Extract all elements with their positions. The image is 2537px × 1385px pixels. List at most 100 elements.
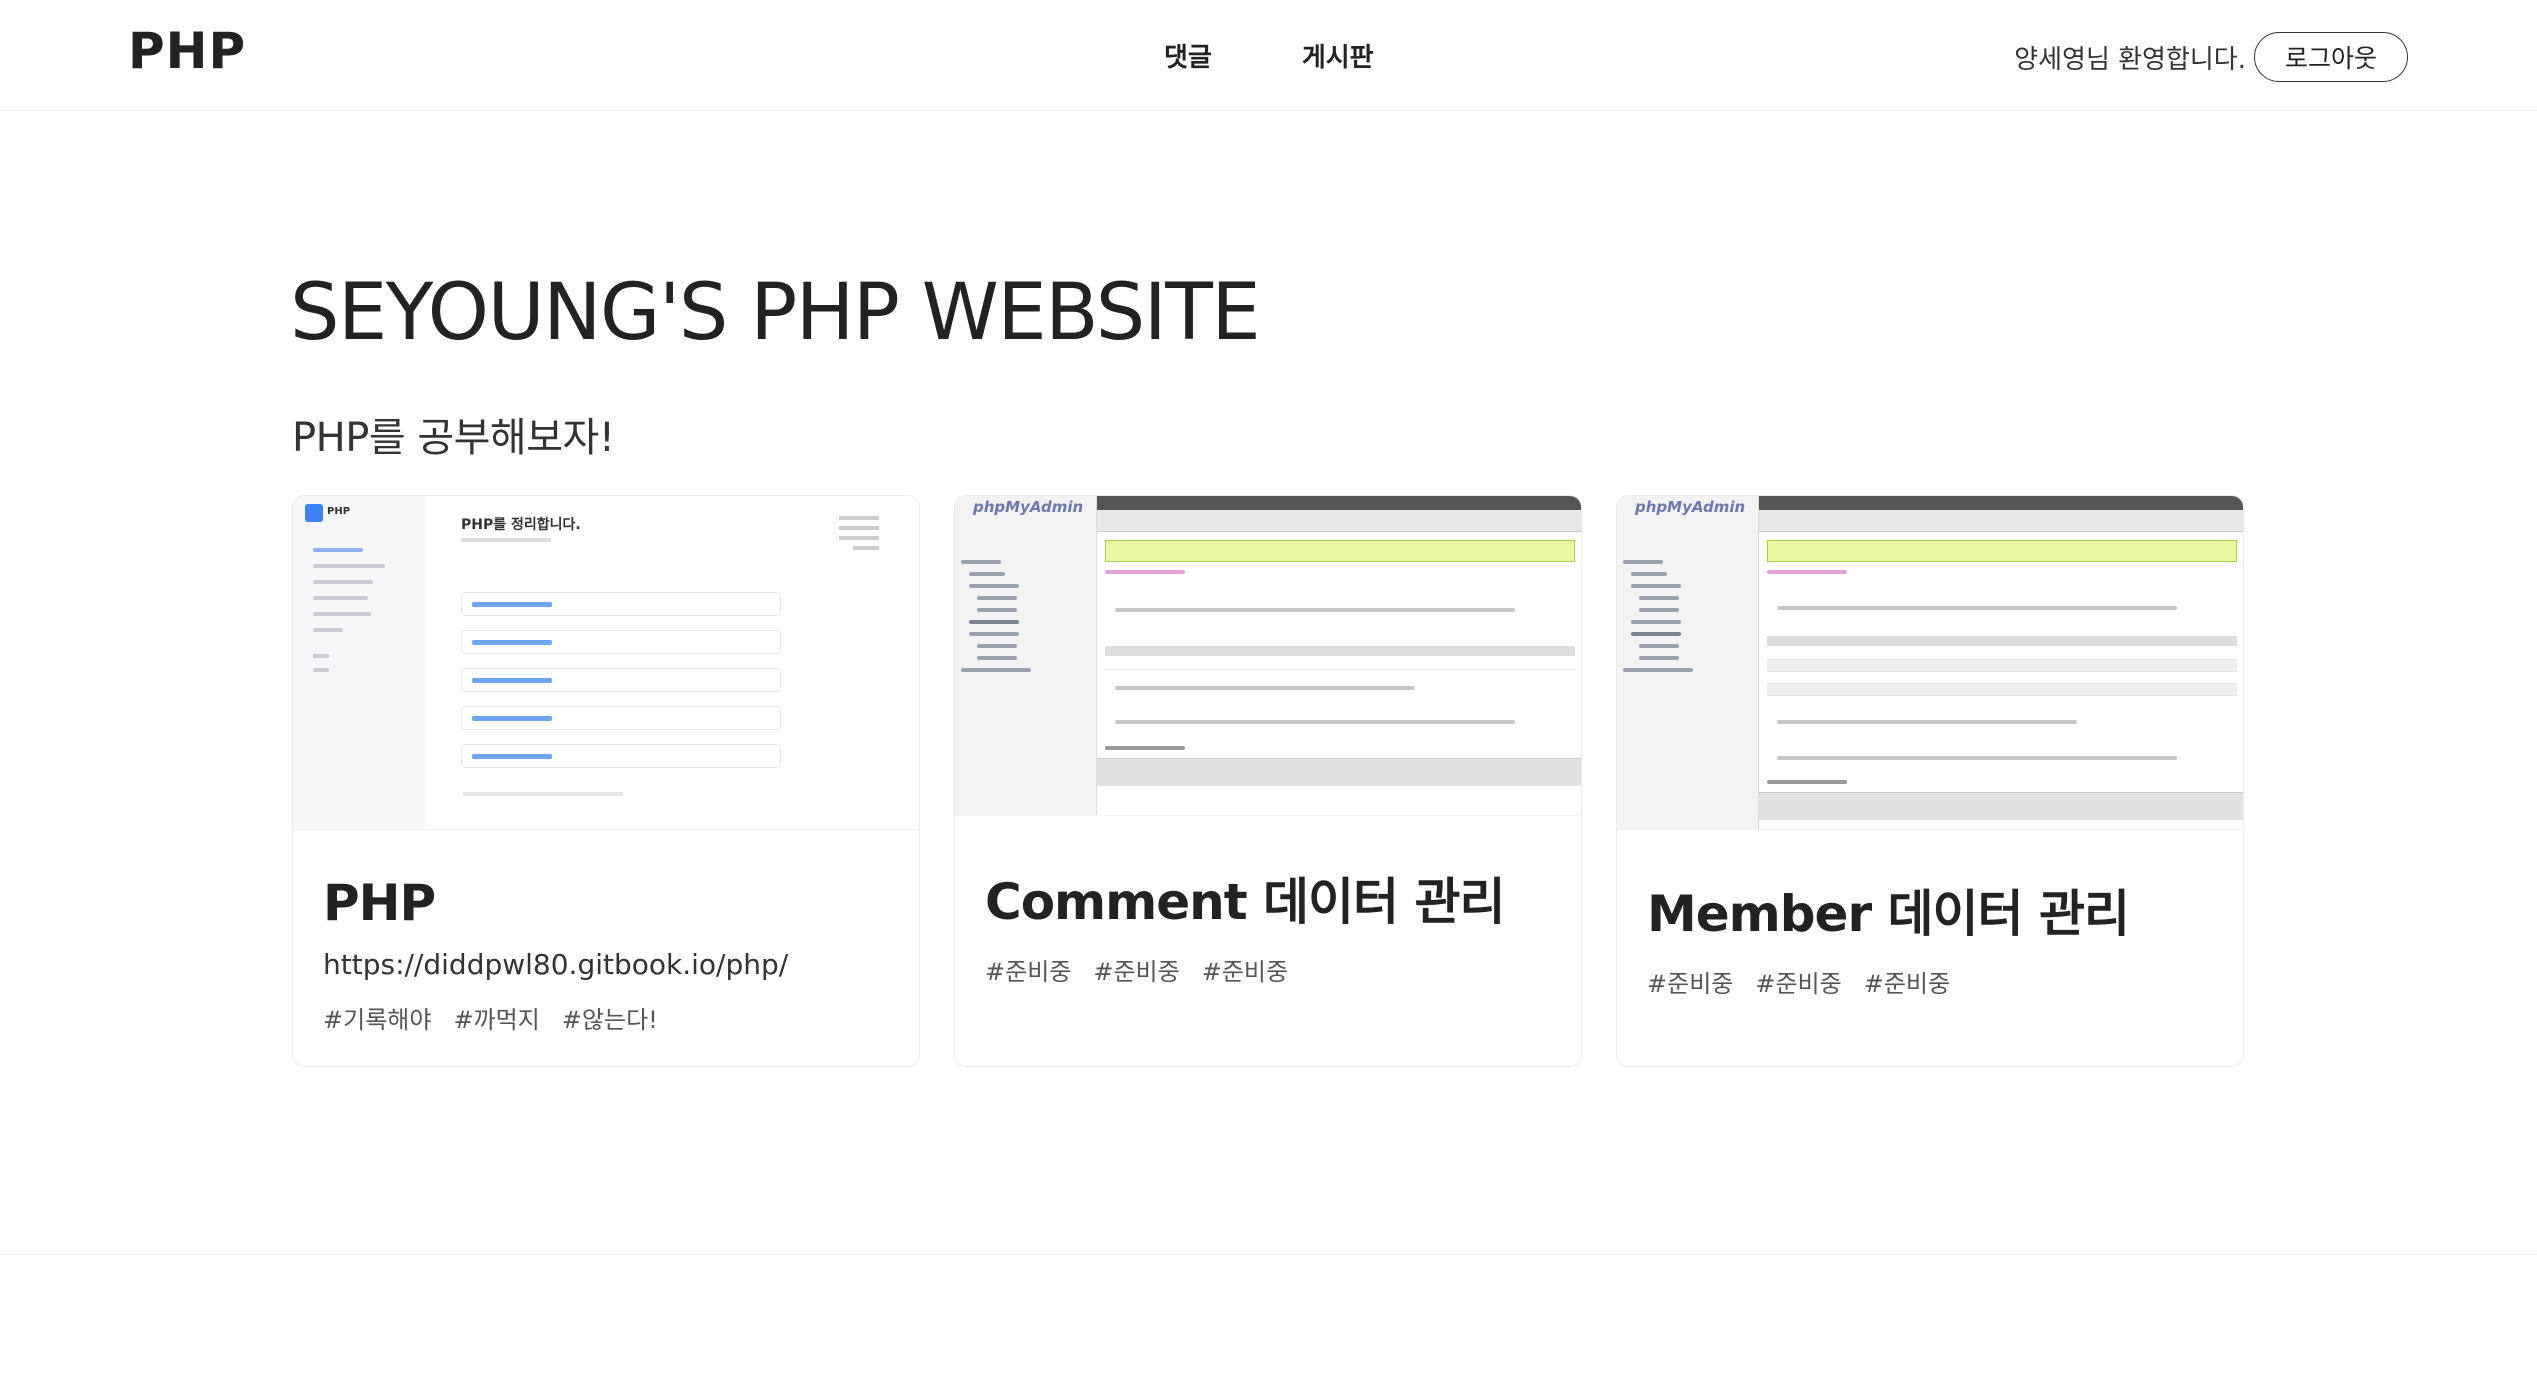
thumb-tree-line — [1631, 584, 1681, 588]
thumb-tabs — [1759, 510, 2243, 532]
card-tag: #준비중 — [1093, 958, 1180, 986]
thumb-tree-line — [1639, 644, 1679, 648]
card-title: Comment 데이터 관리 — [985, 873, 1505, 931]
thumb-table-row — [1105, 658, 1575, 670]
thumb-nav-line — [313, 580, 373, 584]
card-member-data[interactable]: phpMyAdmin Member 데이터 관리 #준비중 #준비중 #준비중 — [1616, 495, 2244, 1067]
card-list: PHP PHP를 정리합니다. PHP https://diddpwl80.gi… — [292, 495, 2244, 1067]
thumb-table-row — [1767, 648, 2237, 660]
thumb-success-message — [1105, 540, 1575, 562]
thumb-nav-line — [313, 564, 385, 568]
thumb-action-line — [839, 536, 879, 540]
thumb-query-line — [1767, 780, 1847, 784]
gitbook-logo-icon — [305, 504, 323, 522]
welcome-message: 양세영님 환영합니다. — [2014, 44, 2246, 75]
thumb-tree-line — [961, 560, 1001, 564]
thumb-table-head — [1105, 646, 1575, 656]
thumb-nav-line — [313, 668, 329, 672]
thumb-tree-line — [969, 584, 1019, 588]
card-comment-data[interactable]: phpMyAdmin Comment 데이터 관리 #준비중 #준비중 #준비중 — [954, 495, 1582, 1067]
thumb-nav-line — [313, 548, 363, 552]
thumb-page-row — [461, 668, 781, 692]
thumb-tree-line — [969, 620, 1019, 624]
card-tag: #준비중 — [985, 958, 1072, 986]
card-tag: #준비중 — [1755, 970, 1842, 998]
thumb-tree-line — [1631, 572, 1667, 576]
thumb-tree-line — [977, 656, 1017, 660]
thumb-footer-line — [463, 792, 623, 796]
thumb-nav-line — [313, 628, 343, 632]
thumb-action-line — [853, 546, 879, 550]
card-tag: #준비중 — [1863, 970, 1951, 998]
thumb-action-line — [1777, 720, 2077, 724]
thumb-logo-text: PHP — [327, 506, 351, 517]
thumb-tree-line — [977, 644, 1017, 648]
card-tag: #기록해야 — [323, 1006, 432, 1034]
page-title: SEYOUNG'S PHP WEBSITE — [290, 268, 1261, 358]
thumb-action-line — [1115, 686, 1415, 690]
card-title: PHP — [323, 874, 436, 932]
thumb-page-row — [461, 630, 781, 654]
card-link[interactable]: https://diddpwl80.gitbook.io/php/ — [323, 948, 788, 981]
thumb-tabs — [1097, 510, 1581, 532]
thumb-query-line — [1105, 746, 1185, 750]
thumb-tree-line — [977, 608, 1017, 612]
user-area: 양세영님 환영합니다. 로그아웃 — [2014, 32, 2408, 82]
site-header: PHP 댓글 게시판 양세영님 환영합니다. 로그아웃 — [0, 0, 2537, 111]
card-php[interactable]: PHP PHP를 정리합니다. PHP https://diddpwl80.gi… — [292, 495, 920, 1067]
thumb-nav-line — [313, 654, 329, 658]
thumb-footer — [1759, 792, 2243, 820]
card-tags: #준비중 #준비중 #준비중 — [985, 952, 1288, 987]
thumb-page-row — [461, 592, 781, 616]
card-tag: #까먹지 — [453, 1006, 540, 1034]
card-thumbnail-phpmyadmin[interactable]: phpMyAdmin — [955, 496, 1581, 816]
thumb-sidebar: phpMyAdmin — [955, 496, 1097, 815]
card-thumbnail-phpmyadmin[interactable]: phpMyAdmin — [1617, 496, 2243, 830]
card-tag: #준비중 — [1201, 958, 1289, 986]
thumb-table-row — [1767, 672, 2237, 684]
thumb-heading: PHP를 정리합니다. — [461, 517, 581, 533]
thumb-page-row — [461, 744, 781, 768]
thumb-table-head — [1767, 636, 2237, 646]
nav-board-link[interactable]: 게시판 — [1302, 37, 1374, 74]
main-nav: 댓글 게시판 — [1164, 37, 1374, 74]
thumb-tree-line — [1639, 596, 1679, 600]
thumb-action-line — [839, 516, 879, 520]
thumb-action-line — [839, 526, 879, 530]
thumb-sql-line — [1767, 570, 1847, 574]
site-logo[interactable]: PHP — [128, 22, 246, 80]
card-title: Member 데이터 관리 — [1647, 885, 2130, 943]
thumb-tree-line — [969, 632, 1019, 636]
thumb-topbar — [1097, 496, 1581, 510]
logout-button[interactable]: 로그아웃 — [2254, 32, 2408, 82]
thumb-tree-line — [1639, 608, 1679, 612]
thumb-table-row — [1767, 660, 2237, 672]
thumb-success-message — [1767, 540, 2237, 562]
phpmyadmin-logo: phpMyAdmin — [1635, 498, 1746, 516]
nav-comment-link[interactable]: 댓글 — [1164, 37, 1212, 74]
thumb-tree-line — [1639, 656, 1679, 660]
thumb-filter-line — [1777, 756, 2177, 760]
thumb-tree-line — [961, 668, 1031, 672]
thumb-tree-line — [977, 596, 1017, 600]
page-subtitle: PHP를 공부해보자! — [292, 415, 615, 461]
thumb-tree-line — [1631, 620, 1681, 624]
card-tags: #준비중 #준비중 #준비중 — [1647, 964, 1950, 999]
card-thumbnail-gitbook[interactable]: PHP PHP를 정리합니다. — [293, 496, 919, 830]
card-tags: #기록해야 #까먹지 #않는다! — [323, 1000, 658, 1035]
thumb-tree-line — [1631, 632, 1681, 636]
thumb-tree-line — [969, 572, 1005, 576]
card-tag: #않는다! — [561, 1006, 658, 1034]
thumb-table-row — [1767, 684, 2237, 696]
thumb-nav-line — [313, 612, 371, 616]
thumb-footer — [1097, 758, 1581, 786]
thumb-nav-line — [313, 596, 368, 600]
thumb-tree-line — [1623, 668, 1693, 672]
thumb-filter-line — [1777, 606, 2177, 610]
phpmyadmin-logo: phpMyAdmin — [973, 498, 1084, 516]
thumb-sql-line — [1105, 570, 1185, 574]
thumb-filter-line — [1115, 608, 1515, 612]
thumb-topbar — [1759, 496, 2243, 510]
footer-divider — [0, 1254, 2537, 1255]
card-tag: #준비중 — [1647, 970, 1734, 998]
